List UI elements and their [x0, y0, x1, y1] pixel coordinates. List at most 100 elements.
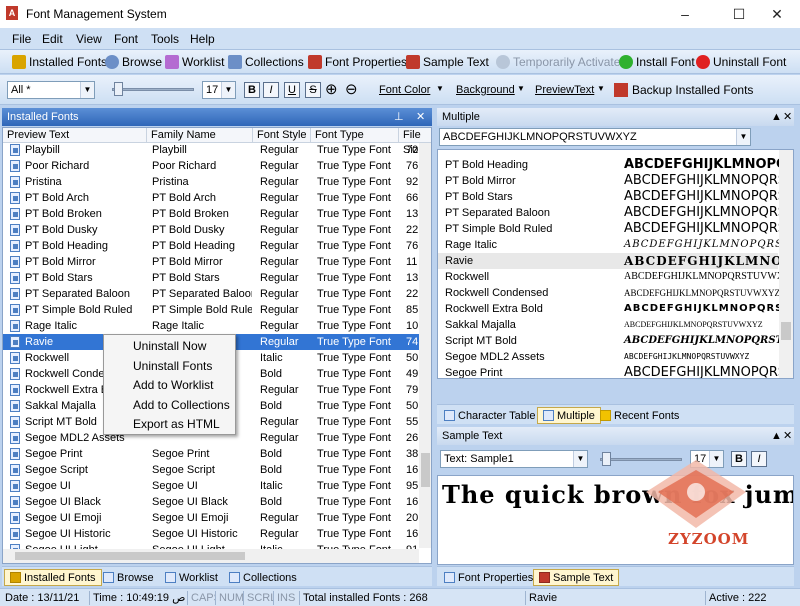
sample-text-combo[interactable]: Text: Sample1 ▼ [440, 450, 588, 468]
slider-thumb[interactable] [602, 452, 611, 466]
size-combo[interactable]: 17 ▼ [202, 81, 236, 99]
sample-italic-button[interactable]: I [751, 451, 767, 467]
list-item[interactable]: Rage Italic ABCDEFGHIJKLMNOPQRSTUVWX [438, 237, 793, 253]
list-item[interactable]: Script MT Bold ABCDEFGHIJKLMNOPQRSTU [438, 333, 792, 349]
menu-font[interactable]: Font [114, 32, 138, 46]
installed-fonts-button[interactable]: Installed Fonts [12, 54, 107, 70]
pin-icon[interactable]: ⊥ [394, 108, 404, 126]
list-item[interactable]: PT Separated Baloon ABCDEFGHIJKLMNOPQRS [438, 205, 786, 221]
list-item[interactable]: Segoe MDL2 Assets ABCDEFGHIJKLMNOPQRSTUVW… [438, 349, 778, 365]
chevron-up-icon[interactable]: ▲ [771, 427, 782, 445]
list-item[interactable]: PT Bold Heading ABCDEFGHIJKLMNOPQRS [438, 157, 793, 173]
scrollbar-thumb[interactable] [15, 552, 245, 560]
menu-tools[interactable]: Tools [151, 32, 179, 46]
table-row[interactable]: Segoe UI Emoji Segoe UI Emoji Regular True … [3, 510, 419, 526]
tab-browse[interactable]: Browse [98, 569, 159, 586]
list-item[interactable]: PT Bold Stars ABCDEFGHIJKLMNOPQRS [438, 189, 786, 205]
list-item[interactable]: PT Simple Bold Ruled ABCDEFGHIJKLMNOPQRS [438, 221, 786, 237]
list-item[interactable]: PT Bold Mirror ABCDEFGHIJKLMNOPQRS [438, 173, 786, 189]
menu-help[interactable]: Help [190, 32, 215, 46]
table-row[interactable]: Segoe UI Black Segoe UI Black Bold True Typ… [3, 494, 419, 510]
chevron-down-icon[interactable]: ▼ [597, 84, 605, 93]
chevron-down-icon[interactable]: ▼ [736, 129, 750, 145]
table-row[interactable]: Segoe UI Historic Segoe UI Historic Regula… [3, 526, 419, 542]
uninstall-font-button[interactable]: Uninstall Font [696, 54, 786, 70]
tab-sample-text[interactable]: Sample Text [533, 569, 620, 586]
underline-button[interactable]: U [284, 82, 300, 98]
bold-button[interactable]: B [244, 82, 260, 98]
ctx-add-to-collections[interactable]: Add to Collections [133, 398, 230, 412]
slider-thumb[interactable] [114, 82, 123, 96]
font-properties-button[interactable]: Font Properties [308, 54, 407, 70]
size-slider[interactable] [106, 81, 198, 97]
preview-text-button[interactable]: PreviewText [535, 84, 594, 96]
ctx-uninstall-now[interactable]: Uninstall Now [133, 339, 206, 353]
table-row[interactable]: Segoe Script Segoe Script Bold True Type Fo… [3, 462, 419, 478]
ctx-add-to-worklist[interactable]: Add to Worklist [133, 378, 213, 392]
chevron-down-icon[interactable]: ▼ [517, 84, 525, 93]
filter-combo[interactable]: All * ▼ [7, 81, 95, 99]
tab-multiple[interactable]: Multiple [537, 407, 601, 424]
close-icon[interactable]: ✕ [783, 108, 792, 126]
list-item[interactable]: Rockwell Condensed ABCDEFGHIJKLMNOPQRSTUV… [438, 285, 780, 301]
column-font-style[interactable]: Font Style [253, 128, 311, 143]
table-row[interactable]: PT Bold Broken PT Bold Broken Regular True … [3, 206, 419, 222]
tab-collections[interactable]: Collections [224, 569, 302, 586]
chevron-down-icon[interactable]: ▼ [573, 451, 587, 467]
backup-fonts-button[interactable]: Backup Installed Fonts [614, 83, 753, 97]
chevron-down-icon[interactable]: ▼ [221, 82, 235, 98]
browse-button[interactable]: Browse [105, 54, 162, 70]
table-row[interactable]: Rage Italic Rage Italic Regular True Type F… [3, 318, 419, 334]
table-row[interactable]: Pristina Pristina Regular True Type Font 92 [3, 174, 419, 190]
table-row[interactable]: PT Simple Bold Ruled PT Simple Bold Ruled… [3, 302, 419, 318]
menu-edit[interactable]: Edit [42, 32, 63, 46]
tab-font-properties[interactable]: Font Properties [439, 569, 538, 586]
column-file-size[interactable]: File Siz [399, 128, 431, 156]
table-row[interactable]: PT Separated Baloon PT Separated Baloon Re… [3, 286, 419, 302]
list-item[interactable]: Ravie ABCDEFGHIJKLMNOPQ [438, 253, 793, 269]
collections-button[interactable]: Collections [228, 54, 304, 70]
table-vertical-scrollbar[interactable] [419, 143, 431, 548]
sample-text-button[interactable]: Sample Text [406, 54, 489, 70]
menu-file[interactable]: File [12, 32, 31, 46]
zoom-in-icon[interactable]: ⊕ [325, 80, 338, 98]
ctx-uninstall-fonts[interactable]: Uninstall Fonts [133, 359, 212, 373]
table-row[interactable]: PT Bold Heading PT Bold Heading Regular Tru… [3, 238, 419, 254]
strike-button[interactable]: S [305, 82, 321, 98]
table-row[interactable]: PT Bold Dusky PT Bold Dusky Regular True Ty… [3, 222, 419, 238]
table-row[interactable]: PT Bold Stars PT Bold Stars Regular True Ty… [3, 270, 419, 286]
chevron-down-icon[interactable]: ▼ [80, 82, 94, 98]
preview-text-combo[interactable]: ABCDEFGHIJKLMNOPQRSTUVWXYZ ▼ [439, 128, 751, 146]
italic-button[interactable]: I [263, 82, 279, 98]
chevron-up-icon[interactable]: ▲ [771, 108, 782, 126]
list-item[interactable]: Segoe Print ABCDEFGHIJKLMNOPQRS [438, 365, 786, 378]
list-item[interactable]: Rockwell ABCDEFGHIJKLMNOPQRSTUVWX [438, 269, 784, 285]
minimize-button[interactable]: – [662, 0, 708, 28]
list-item[interactable]: Rockwell Extra Bold ABCDEFGHIJKLMNOPQRST [438, 301, 790, 317]
close-icon[interactable]: ✕ [416, 108, 425, 126]
list-item[interactable]: Sakkal Majalla ABCDEFGHIJKLMNOPQRSTUVWXYZ [438, 317, 778, 333]
background-button[interactable]: Background [456, 84, 515, 96]
scrollbar-thumb[interactable] [781, 322, 791, 340]
column-family-name[interactable]: Family Name [147, 128, 253, 143]
font-color-button[interactable]: Font Color [379, 84, 430, 96]
tab-worklist[interactable]: Worklist [160, 569, 223, 586]
table-row[interactable]: Playbill Playbill Regular True Type Font 70 [3, 142, 419, 158]
table-row[interactable]: Segoe UI Segoe UI Italic True Type Font 95 [3, 478, 419, 494]
temporarily-activate-button[interactable]: Temporarily Activate [496, 54, 620, 70]
tab-character-table[interactable]: Character Table [439, 407, 540, 424]
worklist-button[interactable]: Worklist [165, 54, 224, 70]
table-row[interactable]: Segoe Print Segoe Print Bold True Type Font… [3, 446, 419, 462]
table-horizontal-scrollbar[interactable] [3, 549, 419, 563]
multiple-vertical-scrollbar[interactable] [779, 150, 793, 378]
install-font-button[interactable]: Install Font [619, 54, 695, 70]
tab-recent-fonts[interactable]: Recent Fonts [595, 407, 684, 424]
menu-view[interactable]: View [76, 32, 102, 46]
zoom-out-icon[interactable]: ⊖ [345, 80, 358, 98]
scrollbar-thumb[interactable] [421, 453, 430, 487]
close-icon[interactable]: ✕ [783, 427, 792, 445]
ctx-export-html[interactable]: Export as HTML [133, 417, 220, 431]
column-preview-text[interactable]: Preview Text [3, 128, 147, 143]
table-row[interactable]: Poor Richard Poor Richard Regular True Type… [3, 158, 419, 174]
tab-installed-fonts[interactable]: Installed Fonts [4, 569, 102, 586]
